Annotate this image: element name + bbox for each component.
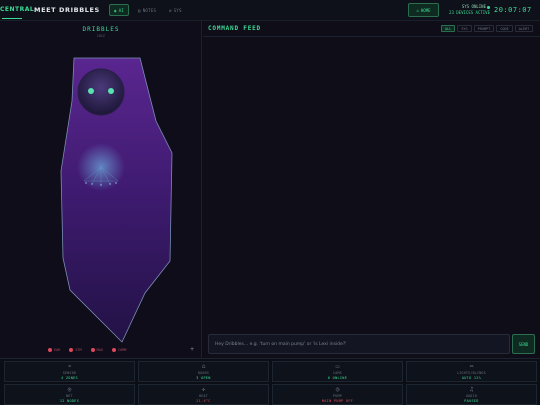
led-ear: EAR [48, 348, 60, 352]
sys-icon: ⚙ [169, 7, 172, 13]
feed-header: COMMAND FEED ALL SYS PROMPT CODE ALERT [203, 21, 540, 37]
right-eye-icon [108, 88, 114, 94]
filter-prompt[interactable]: PROMPT [473, 25, 495, 32]
tile-value: PAUSED [464, 398, 479, 403]
feed-filters: ALL SYS PROMPT CODE ALERT [441, 25, 534, 32]
network-icon: ◎ [67, 385, 72, 393]
add-button[interactable]: + [188, 346, 196, 354]
led-ear-label: EAR [54, 348, 61, 352]
top-bar: CENTRAL MEET DRIBBLES ◉ AI ▤ NOTES ⚙ SYS… [0, 0, 540, 21]
tile-label: CAMS [333, 370, 342, 375]
door-icon: ⌂ [201, 362, 206, 370]
led-comm: COMM [111, 348, 127, 352]
tab-notes-label: NOTES [142, 7, 157, 13]
led-stm: STM [69, 348, 82, 352]
tile-audio[interactable]: ♫ AUDIO PAUSED [406, 384, 537, 405]
tile-pump[interactable]: ◷ PUMP MAIN PUMP OFF [272, 384, 403, 405]
tile-value: 6 ONLINE [327, 375, 348, 380]
home-icon: ⌂ [416, 7, 419, 13]
audio-icon: ♫ [469, 385, 474, 393]
tile-label: SENSOR [62, 370, 77, 375]
send-button[interactable]: SEND [512, 334, 535, 354]
sensor-icon: ♒ [67, 362, 72, 370]
clock: 20:07:07 [494, 6, 532, 14]
bot-panel: DRIBBLES IDLE EAR STM MAG COMM + [0, 21, 202, 358]
ai-icon: ◉ [114, 7, 117, 13]
notes-icon: ▤ [138, 7, 141, 13]
home-label: HOME [420, 7, 431, 13]
heat-icon: ✢ [201, 385, 206, 393]
tile-cams[interactable]: ▭ CAMS 6 ONLINE [272, 361, 403, 382]
tab-ai[interactable]: ◉ AI [109, 4, 130, 16]
pump-icon: ◷ [335, 385, 340, 393]
tile-net[interactable]: ◎ NET 12 NODES [4, 384, 135, 405]
robot-avatar[interactable]: DRIBBLES IDLE [0, 21, 202, 358]
tab-ai-label: AI [118, 7, 125, 13]
lights-icon: ⌓ [469, 362, 474, 370]
tile-doors[interactable]: ⌂ DOORS 3 OPEN [138, 361, 269, 382]
device-tiles: ♒ SENSOR 4 ZONES ⌂ DOORS 3 OPEN ▭ CAMS 6… [0, 358, 540, 405]
tile-value: 12 NODES [59, 398, 80, 403]
ear-led-icon [48, 348, 52, 352]
tile-value: 21.4°C [196, 398, 211, 403]
filter-code[interactable]: CODE [496, 25, 513, 32]
tile-heat[interactable]: ✢ HEAT 21.4°C [138, 384, 269, 405]
tab-sys[interactable]: ⚙ SYS [164, 4, 187, 16]
tab-notes[interactable]: ▤ NOTES [133, 4, 161, 16]
left-eye-icon [88, 88, 94, 94]
tile-label: DOORS [197, 370, 210, 375]
system-status: SYS ONLINE 23 DEVICES ACTIVE [440, 4, 490, 16]
tile-lights[interactable]: ⌓ LIGHTS/BLINDS AUTO 12% [406, 361, 537, 382]
led-mag: MAG [90, 348, 103, 352]
tile-sensor[interactable]: ♒ SENSOR 4 ZONES [4, 361, 135, 382]
led-mag-label: MAG [96, 348, 103, 352]
tile-value: AUTO 12% [461, 375, 482, 380]
tile-label: PUMP [333, 393, 342, 398]
page-title: MEET DRIBBLES [34, 6, 100, 14]
filter-all[interactable]: ALL [441, 25, 456, 32]
tile-label: NET [66, 393, 73, 398]
brand-tab[interactable]: CENTRAL [0, 6, 34, 13]
feed-title: COMMAND FEED [208, 25, 261, 32]
sys-online-label: SYS ONLINE [461, 4, 486, 9]
tab-sys-label: SYS [173, 7, 182, 13]
stm-led-icon [69, 348, 74, 352]
brand-underline [2, 18, 22, 19]
command-input[interactable]: Hey Dribbles... e.g. 'turn on main pump'… [208, 334, 510, 354]
robot-head [77, 68, 125, 116]
tile-value: MAIN PUMP OFF [321, 398, 354, 403]
tile-value: 3 OPEN [196, 375, 211, 380]
home-button[interactable]: ⌂ HOME [408, 3, 439, 17]
command-feed-panel: COMMAND FEED ALL SYS PROMPT CODE ALERT H… [203, 21, 540, 358]
led-comm-label: COMM [117, 348, 127, 352]
tile-label: LIGHTS/BLINDS [457, 370, 486, 375]
tile-label: AUDIO [465, 393, 478, 398]
camera-icon: ▭ [335, 362, 340, 370]
online-dot-icon [487, 5, 490, 9]
feed-messages[interactable] [203, 37, 540, 333]
mag-led-icon [90, 348, 95, 352]
led-stm-label: STM [75, 348, 82, 352]
devices-active-label: 23 DEVICES ACTIVE [449, 10, 490, 15]
bot-name: DRIBBLES [83, 26, 120, 33]
filter-sys[interactable]: SYS [457, 25, 472, 32]
filter-alert[interactable]: ALERT [514, 25, 534, 32]
tile-label: HEAT [199, 393, 208, 398]
bot-state: IDLE [97, 34, 105, 38]
tile-value: 4 ZONES [61, 375, 78, 380]
status-leds: EAR STM MAG COMM [48, 348, 126, 352]
comm-led-icon [111, 348, 116, 352]
